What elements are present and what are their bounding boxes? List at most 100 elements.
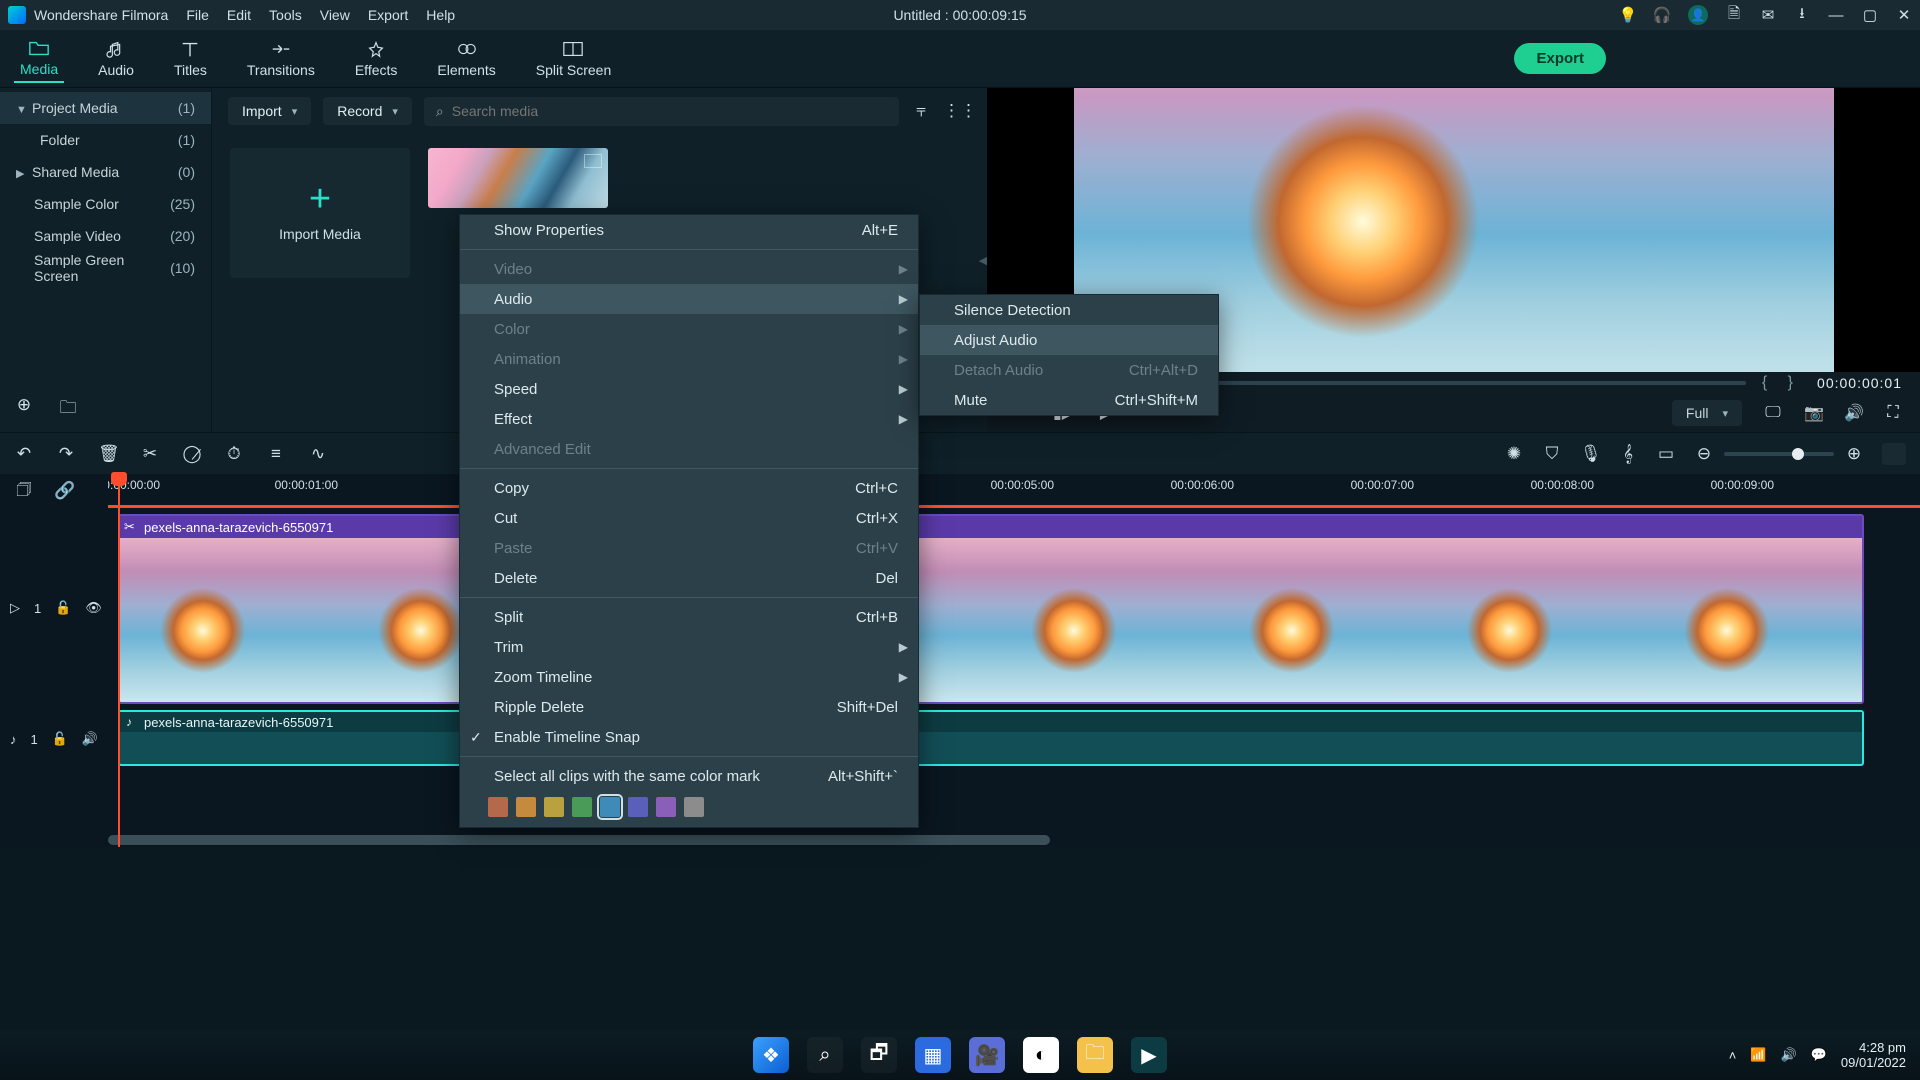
color-swatch[interactable]: [684, 797, 704, 817]
window-minimize-icon[interactable]: —: [1828, 7, 1844, 23]
playhead[interactable]: [118, 474, 120, 847]
grid-view-icon[interactable]: ⋮⋮⋮: [943, 101, 963, 121]
menu-view[interactable]: View: [320, 7, 350, 23]
record-dropdown[interactable]: Record▾: [323, 97, 412, 125]
undo-icon[interactable]: ↶: [14, 444, 34, 464]
color-swatch[interactable]: [600, 797, 620, 817]
ctx-ripple-delete[interactable]: Ripple DeleteShift+Del: [460, 692, 918, 722]
ctx-enable-snap[interactable]: ✓Enable Timeline Snap: [460, 722, 918, 752]
account-avatar-icon[interactable]: 👤: [1688, 5, 1708, 25]
sidebar-item-sample-video[interactable]: Sample Video (20): [0, 220, 211, 252]
taskbar-app-widgets[interactable]: ▦: [915, 1037, 951, 1073]
color-swatch[interactable]: [544, 797, 564, 817]
window-close-icon[interactable]: ✕: [1896, 7, 1912, 23]
taskbar-app-chrome[interactable]: ◐: [1023, 1037, 1059, 1073]
import-dropdown[interactable]: Import▾: [228, 97, 311, 125]
tray-chevron-icon[interactable]: ˄: [1729, 1048, 1737, 1063]
speaker-icon[interactable]: 🔊: [82, 731, 98, 747]
search-input[interactable]: [452, 103, 887, 119]
zoom-out-icon[interactable]: ⊖: [1694, 444, 1714, 464]
tab-transitions[interactable]: Transitions: [241, 36, 321, 82]
crop-icon[interactable]: ◯̷: [182, 444, 202, 464]
notifications-icon[interactable]: 💬: [1811, 1047, 1827, 1063]
audio-clip[interactable]: pexels-anna-tarazevich-6550971: [118, 710, 1864, 766]
tray-volume-icon[interactable]: 🔊: [1781, 1047, 1797, 1063]
audio-wave-icon[interactable]: ∿: [308, 444, 328, 464]
sidebar-item-folder[interactable]: Folder (1): [0, 124, 211, 156]
lock-icon[interactable]: 🔓: [52, 731, 68, 747]
ctx-select-by-color[interactable]: Select all clips with the same color mar…: [460, 761, 918, 791]
ctx-delete[interactable]: DeleteDel: [460, 563, 918, 593]
sidebar-item-sample-color[interactable]: Sample Color (25): [0, 188, 211, 220]
mixer-icon[interactable]: 𝄞: [1618, 444, 1638, 464]
ctx-cut[interactable]: CutCtrl+X: [460, 503, 918, 533]
speed-clock-icon[interactable]: ⏱: [224, 444, 244, 464]
folder-icon[interactable]: 🗀: [58, 395, 78, 424]
timeline-scrollbar[interactable]: [0, 833, 1920, 847]
tab-elements[interactable]: Elements: [431, 36, 501, 82]
lock-icon[interactable]: 🔓: [55, 600, 71, 616]
color-swatch[interactable]: [488, 797, 508, 817]
save-icon[interactable]: 🗎: [1726, 7, 1742, 23]
menu-export[interactable]: Export: [368, 7, 408, 23]
sidebar-item-sample-green[interactable]: Sample Green Screen (10): [0, 252, 211, 284]
color-swatch[interactable]: [516, 797, 536, 817]
tab-split-screen[interactable]: Split Screen: [530, 36, 617, 82]
taskbar-app-chat[interactable]: 🎥: [969, 1037, 1005, 1073]
taskbar-app-filmora[interactable]: ▶: [1131, 1037, 1167, 1073]
display-monitor-icon[interactable]: 🖵: [1764, 404, 1782, 422]
window-maximize-icon[interactable]: ▢: [1862, 7, 1878, 23]
timeline-link-icon[interactable]: 🔗: [54, 481, 74, 501]
ctx-speed[interactable]: Speed▶: [460, 374, 918, 404]
video-clip[interactable]: pexels-anna-tarazevich-6550971: [118, 514, 1864, 704]
snapshot-camera-icon[interactable]: 📷: [1804, 403, 1822, 423]
tab-effects[interactable]: Effects: [349, 36, 404, 82]
ctx-trim[interactable]: Trim▶: [460, 632, 918, 662]
zoom-slider[interactable]: [1724, 452, 1834, 456]
taskbar-app-explorer[interactable]: 🗀: [1077, 1037, 1113, 1073]
color-swatch[interactable]: [628, 797, 648, 817]
adjust-sliders-icon[interactable]: ≡: [266, 444, 286, 464]
timeline-lanes[interactable]: pexels-anna-tarazevich-6550971 pexels-an…: [108, 508, 1920, 833]
eye-icon[interactable]: 👁: [85, 600, 102, 616]
wifi-icon[interactable]: 📶: [1750, 1047, 1766, 1063]
sidebar-item-project-media[interactable]: ▼Project Media (1): [0, 92, 211, 124]
split-scissors-icon[interactable]: ✂: [140, 444, 160, 464]
zoom-in-icon[interactable]: ⊕: [1844, 444, 1864, 464]
fit-zoom-button[interactable]: [1882, 443, 1906, 465]
tips-icon[interactable]: 💡: [1620, 7, 1636, 23]
tab-titles[interactable]: Titles: [168, 36, 213, 82]
scrollbar-thumb[interactable]: [108, 835, 1050, 845]
ctx-zoom-timeline[interactable]: Zoom Timeline▶: [460, 662, 918, 692]
menu-edit[interactable]: Edit: [227, 7, 251, 23]
color-icon[interactable]: ✺: [1504, 444, 1524, 464]
task-view-icon[interactable]: 🗗: [861, 1037, 897, 1073]
export-button[interactable]: Export: [1514, 43, 1606, 74]
filter-icon[interactable]: ⫧: [911, 101, 931, 121]
ctx-effect[interactable]: Effect▶: [460, 404, 918, 434]
ctx-show-properties[interactable]: Show PropertiesAlt+E: [460, 215, 918, 245]
in-out-braces[interactable]: { }: [1762, 374, 1801, 392]
sub-mute[interactable]: MuteCtrl+Shift+M: [920, 385, 1218, 415]
search-media[interactable]: ⌕: [424, 97, 899, 126]
ctx-split[interactable]: SplitCtrl+B: [460, 602, 918, 632]
ctx-copy[interactable]: CopyCtrl+C: [460, 473, 918, 503]
mail-icon[interactable]: ✉: [1760, 7, 1776, 23]
sub-silence-detection[interactable]: Silence Detection: [920, 295, 1218, 325]
tab-media[interactable]: Media: [14, 35, 64, 83]
taskbar-search-icon[interactable]: ⌕: [807, 1037, 843, 1073]
start-button[interactable]: ❖: [753, 1037, 789, 1073]
tab-audio[interactable]: Audio: [92, 36, 140, 82]
timeline-ruler[interactable]: 00:00:00:00 00:00:01:00 00:00:05:00 00:0…: [108, 474, 1920, 508]
download-icon[interactable]: ⭳: [1794, 7, 1810, 23]
marker-frame-icon[interactable]: ▭: [1656, 444, 1676, 464]
volume-icon[interactable]: 🔊: [1844, 403, 1862, 423]
new-folder-plus-icon[interactable]: ⊕: [14, 395, 34, 424]
redo-icon[interactable]: ↷: [56, 444, 76, 464]
timeline-layers-icon[interactable]: 🗇: [14, 477, 34, 506]
mic-icon[interactable]: 🎙: [1580, 444, 1600, 464]
menu-tools[interactable]: Tools: [269, 7, 302, 23]
tray-clock[interactable]: 4:28 pm 09/01/2022: [1841, 1040, 1906, 1070]
menu-help[interactable]: Help: [426, 7, 455, 23]
color-swatch[interactable]: [572, 797, 592, 817]
